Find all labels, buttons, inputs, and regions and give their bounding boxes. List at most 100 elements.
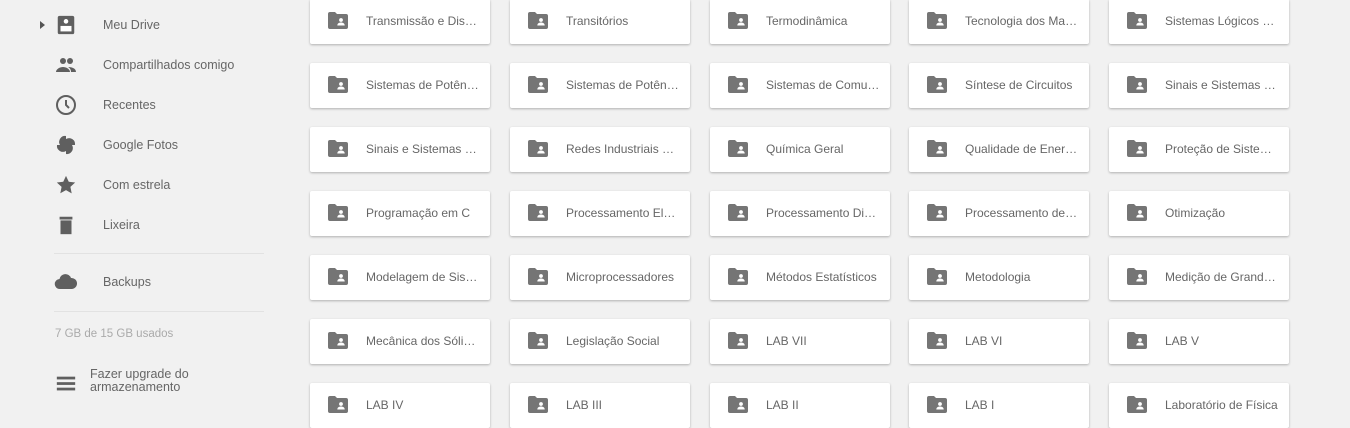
shared-folder-icon [528, 204, 548, 221]
folder-name: Medição de Grandezas [1165, 270, 1279, 284]
shared-folder-icon [328, 204, 348, 221]
shared-folder-icon [1127, 332, 1147, 349]
folder-name: Termodinâmica [766, 14, 848, 28]
folder-name: Química Geral [766, 142, 844, 156]
folder-card[interactable]: Sistemas de Potência II [510, 63, 690, 108]
shared-folder-icon [927, 76, 947, 93]
sidebar-item-my-drive[interactable]: Meu Drive [0, 5, 270, 45]
folder-name: Processamento de Sinais [965, 206, 1079, 220]
shared-folder-icon [328, 140, 348, 157]
folder-name: Processamento Digital [766, 206, 880, 220]
folder-card[interactable]: Sinais e Sistemas Discretos [310, 127, 490, 172]
folder-name: Programação em C [366, 206, 471, 220]
folder-card[interactable]: Sistemas de Potência [310, 63, 490, 108]
shared-folder-icon [1127, 76, 1147, 93]
folder-card[interactable]: LAB II [710, 383, 890, 428]
sidebar-item-label: Meu Drive [103, 18, 160, 32]
sidebar-item-shared[interactable]: Compartilhados comigo [0, 45, 270, 85]
sidebar-item-photos[interactable]: Google Fotos [0, 125, 270, 165]
sidebar-item-trash[interactable]: Lixeira [0, 205, 270, 245]
folder-card[interactable]: Otimização [1109, 191, 1289, 236]
shared-folder-icon [927, 332, 947, 349]
sidebar-item-label: Compartilhados comigo [103, 58, 235, 72]
folder-card[interactable]: Proteção de Sistemas [1109, 127, 1289, 172]
folder-card[interactable]: Metodologia [909, 255, 1089, 300]
folder-card[interactable]: Sinais e Sistemas Lineares [1109, 63, 1289, 108]
folder-card[interactable]: Legislação Social [510, 319, 690, 364]
sidebar-item-recent[interactable]: Recentes [0, 85, 270, 125]
upgrade-storage-link[interactable]: Fazer upgrade do armazenamento [0, 364, 270, 400]
folder-card[interactable]: Processamento Eletrônico [510, 191, 690, 236]
folder-card[interactable]: LAB IV [310, 383, 490, 428]
folder-card[interactable]: Sistemas de Comunicação [710, 63, 890, 108]
sidebar-item-label: Com estrela [103, 178, 171, 192]
shared-folder-icon [328, 332, 348, 349]
star-icon [54, 173, 78, 197]
shared-folder-icon [528, 76, 548, 93]
folder-card[interactable]: Microprocessadores [510, 255, 690, 300]
folder-card[interactable]: Laboratório de Física [1109, 383, 1289, 428]
drive-icon [54, 13, 78, 37]
shared-folder-icon [1127, 268, 1147, 285]
clock-icon [54, 93, 78, 117]
folder-name: LAB III [566, 398, 603, 412]
folder-card[interactable]: Mecânica dos Sólidos [310, 319, 490, 364]
folder-card[interactable]: Métodos Estatísticos [710, 255, 890, 300]
folder-card[interactable]: Sistemas Lógicos Programáveis [1109, 0, 1289, 44]
folder-card[interactable]: Síntese de Circuitos [909, 63, 1089, 108]
sidebar-item-starred[interactable]: Com estrela [0, 165, 270, 205]
shared-folder-icon [1127, 204, 1147, 221]
folder-card[interactable]: Química Geral [710, 127, 890, 172]
folder-name: Processamento Eletrônico [566, 206, 680, 220]
shared-folder-icon [728, 76, 748, 93]
sidebar-item-label: Google Fotos [103, 138, 179, 152]
folder-card[interactable]: Transitórios [510, 0, 690, 44]
folder-name: LAB VII [766, 334, 807, 348]
shared-folder-icon [927, 204, 947, 221]
folder-name: Transmissão e Distribuição [366, 14, 480, 28]
folder-name: Síntese de Circuitos [965, 78, 1073, 92]
shared-folder-icon [528, 396, 548, 413]
folder-name: Proteção de Sistemas [1165, 142, 1279, 156]
folder-name: Redes Industriais de Comunicação [566, 142, 680, 156]
shared-folder-icon [528, 140, 548, 157]
shared-folder-icon [328, 76, 348, 93]
folder-name: Mecânica dos Sólidos [366, 334, 480, 348]
sidebar-item-backups[interactable]: Backups [0, 262, 270, 302]
shared-folder-icon [728, 268, 748, 285]
trash-icon [54, 213, 78, 237]
expand-caret-icon[interactable] [40, 21, 45, 29]
folder-card[interactable]: Modelagem de Sistemas [310, 255, 490, 300]
shared-folder-icon [728, 332, 748, 349]
storage-icon [54, 372, 78, 396]
folder-card[interactable]: Processamento de Sinais [909, 191, 1089, 236]
storage-usage-text: 7 GB de 15 GB usados [55, 328, 174, 340]
shared-folder-icon [927, 268, 947, 285]
folder-card[interactable]: LAB I [909, 383, 1089, 428]
cloud-icon [54, 270, 78, 294]
folder-card[interactable]: LAB VII [710, 319, 890, 364]
folder-card[interactable]: Transmissão e Distribuição [310, 0, 490, 44]
shared-folder-icon [328, 268, 348, 285]
folder-name: Sinais e Sistemas Discretos [366, 142, 480, 156]
shared-folder-icon [528, 268, 548, 285]
people-icon [54, 53, 78, 77]
folder-name: Laboratório de Física [1165, 398, 1278, 412]
folder-card[interactable]: Medição de Grandezas [1109, 255, 1289, 300]
folder-card[interactable]: Processamento Digital [710, 191, 890, 236]
shared-folder-icon [528, 12, 548, 29]
folder-name: Modelagem de Sistemas [366, 270, 480, 284]
folder-name: LAB VI [965, 334, 1003, 348]
folder-name: Métodos Estatísticos [766, 270, 877, 284]
folder-card[interactable]: Redes Industriais de Comunicação [510, 127, 690, 172]
folder-card[interactable]: Tecnologia dos Materiais [909, 0, 1089, 44]
folder-card[interactable]: Programação em C [310, 191, 490, 236]
shared-folder-icon [728, 204, 748, 221]
folder-card[interactable]: Qualidade de Energia [909, 127, 1089, 172]
folder-card[interactable]: Termodinâmica [710, 0, 890, 44]
folder-card[interactable]: LAB III [510, 383, 690, 428]
folder-card[interactable]: LAB VI [909, 319, 1089, 364]
folder-card[interactable]: LAB V [1109, 319, 1289, 364]
folder-name: Tecnologia dos Materiais [965, 14, 1079, 28]
divider [54, 253, 264, 254]
